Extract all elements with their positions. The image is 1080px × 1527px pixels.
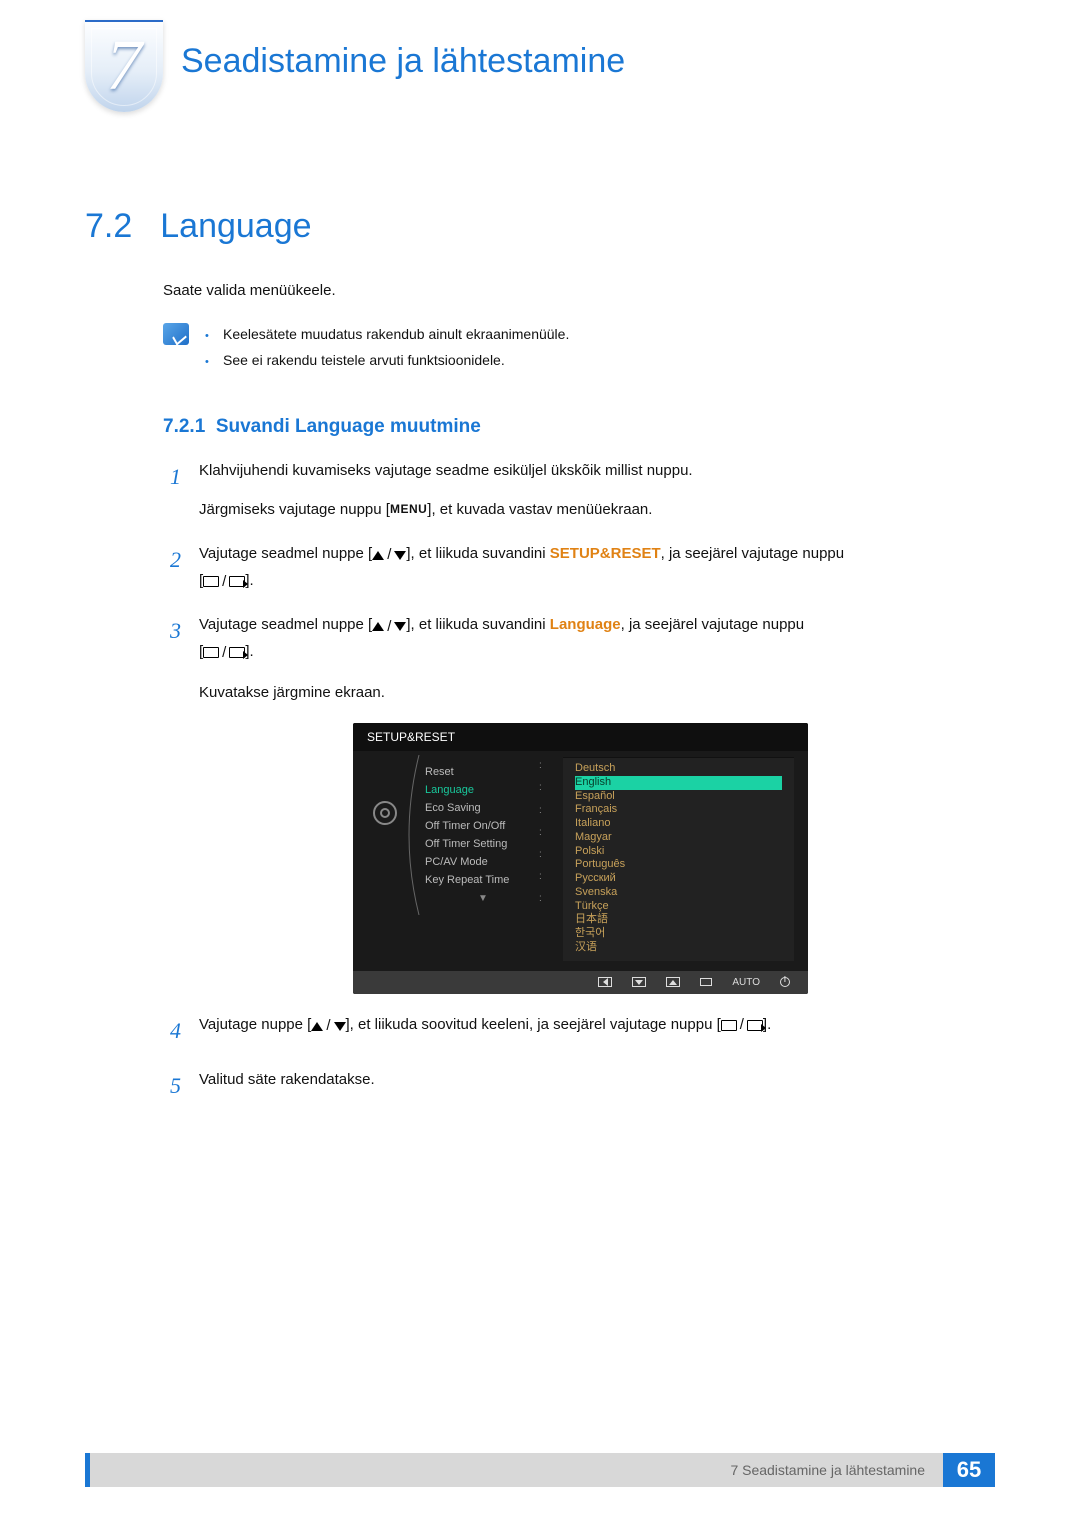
- triangle-up-icon: [372, 551, 384, 560]
- enter-icon: [229, 647, 245, 658]
- step-text: Klahvijuhendi kuvamiseks vajutage seadme…: [199, 458, 995, 523]
- enter-icon: [229, 576, 245, 587]
- step-4: 4 Vajutage nuppe [ / ], et liikuda soovi…: [163, 1012, 995, 1049]
- step-2: 2 Vajutage seadmel nuppe [ / ], et liiku…: [163, 541, 995, 595]
- up-down-icon: /: [372, 614, 406, 640]
- osd-menu-item: PC/AV Mode: [413, 853, 553, 871]
- note-icon: [163, 323, 189, 345]
- step-number: 4: [163, 1012, 181, 1049]
- osd-menu: Reset Language Eco Saving Off Timer On/O…: [413, 757, 553, 961]
- osd-lang-item-selected: English: [575, 776, 782, 790]
- osd-lang-item: 汉语: [575, 941, 782, 955]
- enter-icon: [747, 1020, 763, 1031]
- osd-title: SETUP&RESET: [353, 723, 808, 751]
- note-item: Keelesätete muudatus rakendub ainult ekr…: [205, 321, 569, 348]
- osd-menu-item: Reset: [413, 763, 553, 781]
- osd-nav-down: [632, 977, 646, 987]
- triangle-up-icon: [311, 1022, 323, 1031]
- chapter-number: 7: [85, 24, 163, 107]
- triangle-up-icon: [372, 622, 384, 631]
- chevron-down-icon: ▼: [413, 889, 553, 904]
- up-down-icon: /: [311, 1013, 345, 1039]
- osd-menu-item: Off Timer Setting: [413, 835, 553, 853]
- rect-icon: [721, 1020, 737, 1031]
- section-number: 7.2: [85, 207, 132, 246]
- enter-icon-group: /: [203, 569, 245, 595]
- note-item: See ei rakendu teistele arvuti funktsioo…: [205, 347, 569, 374]
- step-text: Vajutage nuppe [ / ], et liikuda soovitu…: [199, 1012, 995, 1049]
- subsection-heading: 7.2.1 Suvandi Language muutmine: [163, 416, 995, 438]
- chapter-title: Seadistamine ja lähtestamine: [181, 42, 625, 81]
- note-list: Keelesätete muudatus rakendub ainult ekr…: [205, 321, 569, 374]
- up-down-icon: /: [372, 542, 406, 568]
- enter-icon-group: /: [721, 1012, 763, 1038]
- osd-lang-item: Deutsch: [575, 762, 782, 776]
- footer-bar: 7 Seadistamine ja lähtestamine: [85, 1453, 943, 1487]
- menu-label: MENU: [390, 502, 427, 516]
- osd-lang-item: Polski: [575, 845, 782, 859]
- step-text: Vajutage seadmel nuppe [ / ], et liikuda…: [199, 612, 995, 705]
- subsection-title: Suvandi Language muutmine: [216, 416, 481, 437]
- step-5: 5 Valitud säte rakendatakse.: [163, 1067, 995, 1104]
- step-1: 1 Klahvijuhendi kuvamiseks vajutage sead…: [163, 458, 995, 523]
- page-number: 65: [943, 1453, 995, 1487]
- osd-lang-item: 日本語: [575, 913, 782, 927]
- step-number: 5: [163, 1067, 181, 1104]
- step-3: 3 Vajutage seadmel nuppe [ / ], et liiku…: [163, 612, 995, 705]
- osd-separator-dots: :::::::: [539, 760, 542, 904]
- triangle-down-icon: [394, 622, 406, 631]
- footer-text: 7 Seadistamine ja lähtestamine: [730, 1462, 925, 1478]
- chapter-header: 7 Seadistamine ja lähtestamine: [85, 20, 995, 112]
- enter-icon-group: /: [203, 640, 245, 666]
- osd-lang-item: Svenska: [575, 886, 782, 900]
- osd-lang-item: Magyar: [575, 831, 782, 845]
- step-number: 1: [163, 458, 181, 523]
- triangle-down-icon: [394, 551, 406, 560]
- intro-text: Saate valida menüükeele.: [163, 280, 995, 303]
- step-text: Vajutage seadmel nuppe [ / ], et liikuda…: [199, 541, 995, 595]
- osd-footer: AUTO: [353, 971, 808, 994]
- osd-menu-item: Off Timer On/Off: [413, 817, 553, 835]
- osd-nav-enter: [700, 978, 712, 986]
- footer-accent: [85, 1453, 90, 1487]
- rect-icon: [203, 647, 219, 658]
- step-number: 3: [163, 612, 181, 705]
- osd-lang-item: Русский: [575, 872, 782, 886]
- osd-lang-item: Français: [575, 803, 782, 817]
- power-icon: [780, 977, 790, 987]
- osd-menu-item: Key Repeat Time: [413, 871, 553, 889]
- osd-lang-item: Italiano: [575, 817, 782, 831]
- note-block: Keelesätete muudatus rakendub ainult ekr…: [163, 321, 995, 374]
- subsection-number: 7.2.1: [163, 416, 205, 437]
- osd-nav-up: [666, 977, 680, 987]
- rect-icon: [203, 576, 219, 587]
- section-title: Language: [160, 207, 311, 246]
- osd-lang-item: Português: [575, 858, 782, 872]
- page-footer: 7 Seadistamine ja lähtestamine 65: [85, 1453, 995, 1487]
- step-number: 2: [163, 541, 181, 595]
- triangle-down-icon: [334, 1022, 346, 1031]
- section-heading: 7.2 Language: [85, 207, 995, 246]
- osd-screenshot: SETUP&RESET Reset Language Eco Saving Of…: [353, 723, 808, 994]
- osd-auto-label: AUTO: [732, 977, 760, 988]
- osd-menu-item-active: Language: [413, 781, 553, 799]
- keyword-language: Language: [550, 616, 621, 633]
- osd-lang-item: Español: [575, 790, 782, 804]
- step-text: Valitud säte rakendatakse.: [199, 1067, 995, 1104]
- gear-icon: [373, 801, 397, 825]
- keyword-setup-reset: SETUP&RESET: [550, 545, 661, 562]
- chapter-badge: 7: [85, 20, 163, 112]
- osd-menu-item: Eco Saving: [413, 799, 553, 817]
- osd-nav-left: [598, 977, 612, 987]
- osd-lang-item: Türkçe: [575, 900, 782, 914]
- osd-language-list: Deutsch English Español Français Italian…: [563, 757, 794, 961]
- osd-lang-item: 한국어: [575, 927, 782, 941]
